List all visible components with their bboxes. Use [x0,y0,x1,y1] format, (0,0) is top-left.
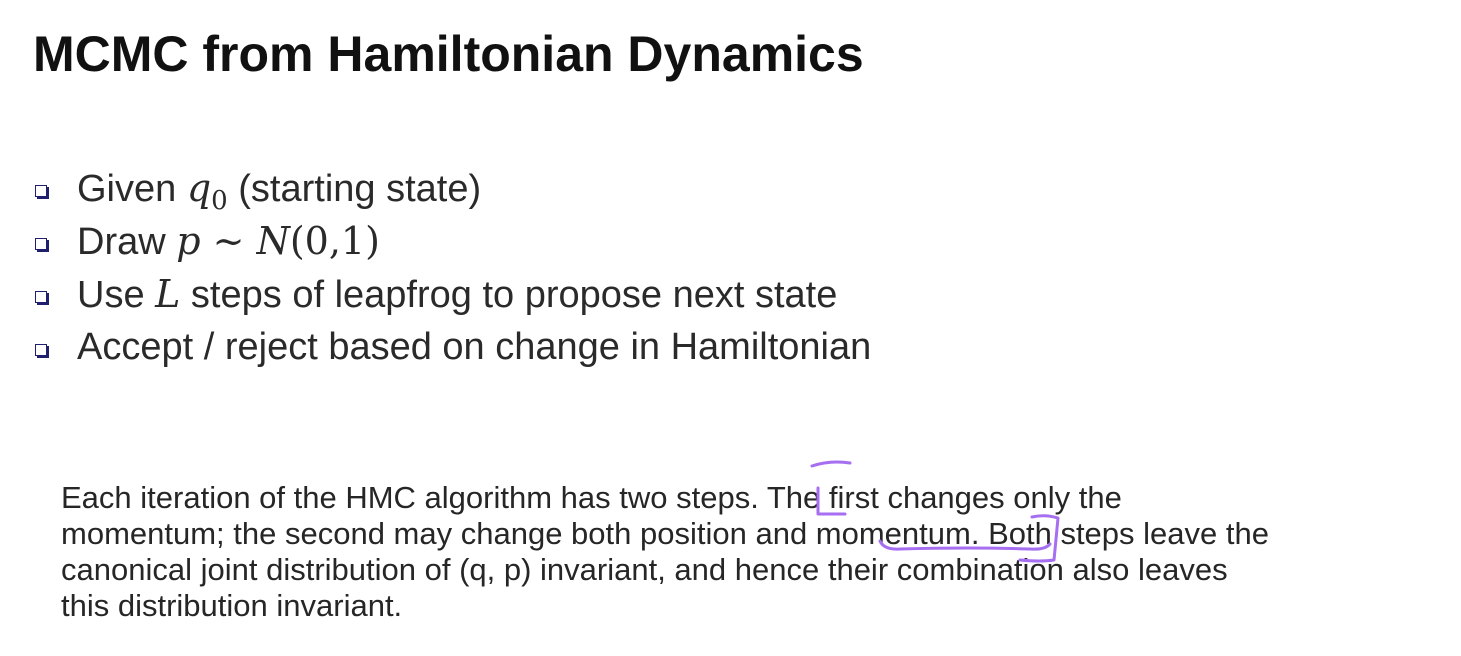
math-variable: q [186,166,212,210]
bullet-square-icon [35,291,47,303]
math-relation: ∼ [200,219,257,263]
bullet-text-suffix: steps of leapfrog to propose next state [180,274,838,316]
bullet-text-prefix: Given [77,168,187,210]
bullet-item-draw: Draw p ∼ N(0,1) [33,216,871,269]
paragraph-line: momentum; the second may change both pos… [61,516,1269,551]
bullet-square-icon [35,344,47,356]
math-variable: p [176,219,201,263]
bullet-square-icon [35,185,47,197]
bullet-item-leapfrog: Use L steps of leapfrog to propose next … [33,269,871,322]
bullet-text-prefix: Use [77,274,156,316]
bullet-list: Given q0 (starting state) Draw p ∼ N(0,1… [33,163,871,375]
bullet-item-given: Given q0 (starting state) [33,163,871,216]
paragraph-line: Each iteration of the HMC algorithm has … [61,480,1122,515]
math-subscript: 0 [211,186,228,216]
slide-title: MCMC from Hamiltonian Dynamics [33,26,864,82]
bullet-square-icon [35,238,47,250]
annotation-arc-mark [810,460,852,468]
paragraph-line: canonical joint distribution of (q, p) i… [61,552,1228,587]
bullet-item-accept-reject: Accept / reject based on change in Hamil… [33,322,871,375]
math-distribution: N [256,219,290,263]
math-variable: L [155,272,181,316]
paragraph-line: this distribution invariant. [61,588,403,623]
bullet-text-prefix: Draw [77,221,177,263]
quoted-paragraph: Each iteration of the HMC algorithm has … [61,480,1401,624]
bullet-text: Accept / reject based on change in Hamil… [77,326,872,368]
math-arguments: (0,1) [289,219,380,263]
bullet-text-suffix: (starting state) [227,168,482,210]
